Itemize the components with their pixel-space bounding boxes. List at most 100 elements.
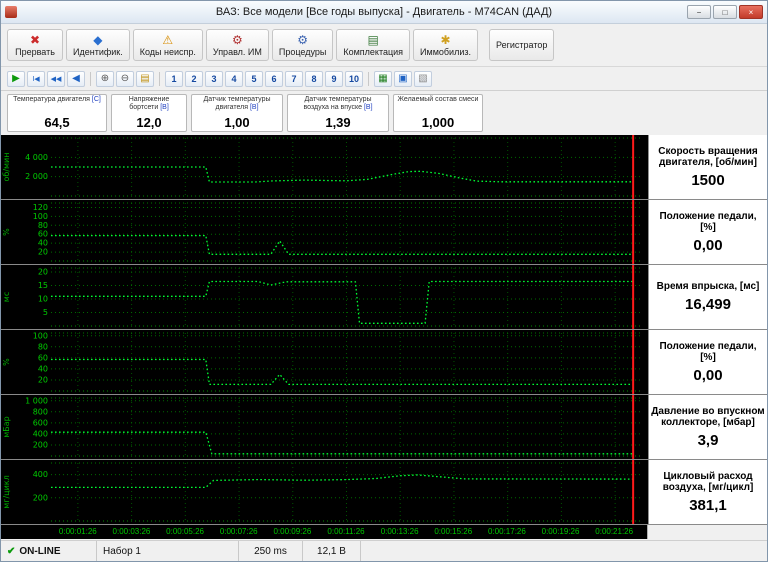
channel-9-label: 9 [331,73,337,84]
chart-title: Цикловый расход воздуха, [мг/цикл] [662,470,754,494]
play-button[interactable]: ▶ [7,70,25,87]
abort-button[interactable]: ✖ Прервать [7,29,63,61]
parameter-label: Температура двигателя [С] [13,96,101,103]
online-label: ON-LINE [19,545,61,557]
identify-button[interactable]: ◆ Идентифик. [66,29,130,61]
channel-2-label: 2 [191,73,197,84]
dataset-label: Набор 1 [103,545,141,557]
parameter-unit: [В] [249,104,259,112]
chart-trace [51,166,634,183]
svg-text:40: 40 [38,239,48,248]
procedures-button[interactable]: ⚙ Процедуры [271,29,334,61]
chart-value: 0,00 [693,366,723,384]
chart-panel-cyclic-air-flow: Цикловый расход воздуха, [мг/цикл] 381,1 [648,460,767,524]
chart-trace [51,280,634,324]
time-label: 0:00:21:26 [595,527,634,536]
maximize-button[interactable]: □ [713,5,737,19]
channel-3-label: 3 [211,73,217,84]
chart-title: Положение педали, [%] [659,340,757,364]
export-table-button[interactable]: ▦ [374,70,392,87]
y-axis-unit-label: % [2,228,11,236]
equipment-button[interactable]: ▤ Комплектация [336,29,411,61]
svg-text:60: 60 [38,230,48,239]
chart-canvas-injection-time: 5 10 15 20 мс [2,265,642,329]
abort-label: Прервать [15,46,55,57]
parameter-label: Датчик температуры воздуха на впуске [В] [303,96,373,112]
channel-2-button[interactable]: 2 [185,70,203,87]
parameter-box-1: Температура двигателя [С] 64,5 [7,94,107,132]
status-bar: ✔ ON-LINE Набор 1 250 ms 12,1 В [1,540,767,561]
actuators-label: Управл. ИМ [212,46,262,57]
identify-label: Идентифик. [73,46,123,57]
chart-plot-manifold-pressure[interactable]: 200 400 600 800 1 000 мБар [1,395,648,459]
recorder-button[interactable]: Регистратор [488,29,555,61]
chart-panel-injection-time: Время впрыска, [мс] 16,499 [648,265,767,329]
svg-text:2 000: 2 000 [25,172,48,181]
svg-text:100: 100 [33,212,48,221]
zoom-in-button[interactable]: ⊕ [96,70,114,87]
channel-10-button[interactable]: 10 [345,70,363,87]
zoom-in-icon: ⊕ [100,73,110,84]
parameter-value: 1,000 [421,115,455,130]
chart-plot-engine-speed[interactable]: 2 000 4 000 об/мин [1,135,648,199]
svg-text:60: 60 [38,353,48,362]
time-axis-right-filler [647,525,767,539]
step-back-button[interactable]: ◀ [67,70,85,87]
channel-8-button[interactable]: 8 [305,70,323,87]
chart-value: 0,00 [693,236,723,254]
chart-plot-pedal-position-2[interactable]: 20 40 60 80 100% [1,330,648,394]
rewind-icon: ◀◀ [50,75,62,83]
main-toolbar: ✖ Прервать ◆ Идентифик. ⚠ Коды неиспр. ⚙ Управл… [1,24,767,67]
zoom-out-button[interactable]: ⊖ [116,70,134,87]
parameter-value: 12,0 [136,115,162,130]
trouble-codes-icon: ⚠ [162,32,174,47]
channel-7-button[interactable]: 7 [285,70,303,87]
chart-row-pedal-position-2: 20 40 60 80 100% Положение педали, [%] 0,00 [1,330,767,395]
channel-3-button[interactable]: 3 [205,70,223,87]
channel-4-label: 4 [231,73,237,84]
chart-title: Положение педали, [%] [659,210,757,234]
charts-area: 2 000 4 000 об/мин Скорость вращения двигат… [1,135,767,525]
immobilizer-button[interactable]: ✱ Иммобилиз. [413,29,478,61]
parameter-box-5: Желаемый состав смеси 1,000 [393,94,483,132]
rewind-button[interactable]: ◀◀ [47,70,65,87]
svg-text:5: 5 [43,308,48,317]
skip-start-button[interactable]: Ι◀ [27,70,45,87]
close-button[interactable]: × [739,5,763,19]
equipment-label: Комплектация [343,46,404,57]
chart-row-manifold-pressure: 200 400 600 800 1 000 мБар Давление во впускно… [1,395,767,460]
channel-9-button[interactable]: 9 [325,70,343,87]
chart-trace [51,431,634,455]
parameter-unit: [С] [91,96,101,103]
channel-5-button[interactable]: 5 [245,70,263,87]
time-label: 0:00:19:26 [541,527,580,536]
trouble-codes-button[interactable]: ⚠ Коды неиспр. [132,29,203,61]
record-button[interactable]: ▧ [414,70,432,87]
chart-canvas-pedal-position-1: 20406080100120% [2,200,642,264]
copy-page-button[interactable]: ▤ [136,70,154,87]
toolbar-separator [90,71,91,86]
time-label: 0:00:15:26 [434,527,473,536]
actuators-button[interactable]: ⚙ Управл. ИМ [205,29,269,61]
channel-1-button[interactable]: 1 [165,70,183,87]
minimize-button[interactable]: − [687,5,711,19]
channel-8-label: 8 [311,73,317,84]
svg-text:100: 100 [33,331,48,340]
chart-plot-injection-time[interactable]: 5 10 15 20 мс [1,265,648,329]
save-button[interactable]: ▣ [394,70,412,87]
channel-6-button[interactable]: 6 [265,70,283,87]
toolbar-separator [368,71,369,86]
time-label: 0:00:11:26 [327,527,365,536]
actuators-icon: ⚙ [231,32,243,47]
window-title: ВАЗ: Все модели [Все годы выпуска] - Дви… [215,6,553,18]
channel-4-button[interactable]: 4 [225,70,243,87]
play-icon: ▶ [12,73,20,84]
chart-plot-cyclic-air-flow[interactable]: 200 400 мг/цикл [1,460,648,524]
svg-text:15: 15 [38,281,48,290]
chart-plot-pedal-position-1[interactable]: 20 40 60 80 100 120% [1,200,648,264]
chart-row-engine-speed: 2 000 4 000 об/мин Скорость вращения двигат… [1,135,767,200]
record-icon: ▧ [418,73,428,84]
y-axis-unit-label: об/мин [2,153,11,182]
identify-icon: ◆ [93,32,103,47]
chart-trace [51,474,634,489]
